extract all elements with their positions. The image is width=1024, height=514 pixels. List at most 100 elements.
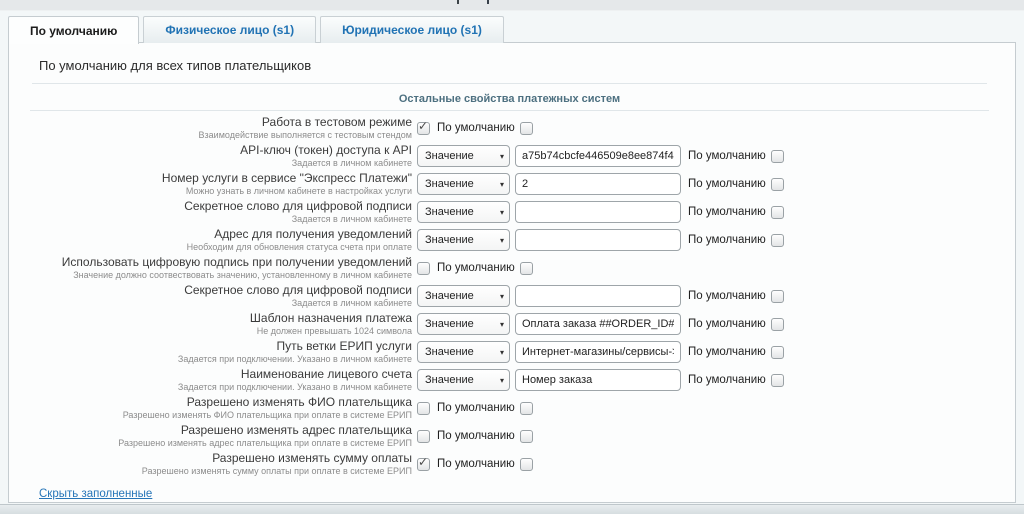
default-checkbox[interactable]: [771, 318, 784, 331]
chevron-down-icon: ▾: [500, 320, 504, 329]
select-value-label: Значение: [425, 178, 474, 190]
default-checkbox[interactable]: [520, 458, 533, 471]
default-label: По умолчанию: [437, 402, 515, 414]
field-label: Разрешено изменять ФИО плательщика: [30, 396, 412, 409]
value-input[interactable]: [515, 341, 681, 363]
form-row: Шаблон назначения платежа Не должен прев…: [30, 310, 989, 338]
default-checkbox[interactable]: [771, 234, 784, 247]
value-checkbox[interactable]: [417, 402, 430, 415]
value-type-select[interactable]: Значение▾: [417, 229, 510, 251]
select-value-label: Значение: [425, 150, 474, 162]
field-controls: Значение ▾ По умолчанию: [417, 313, 784, 335]
value-input[interactable]: [515, 229, 681, 251]
tab-legal-entity[interactable]: Юридическое лицо (s1): [320, 16, 504, 43]
default-checkbox[interactable]: [520, 402, 533, 415]
field-sublabel: Разрешено изменять адрес плательщика при…: [30, 438, 412, 448]
field-label: Секретное слово для цифровой подписи: [30, 284, 412, 297]
field-controls: Значение▾ По умолчанию: [417, 145, 784, 167]
value-type-select[interactable]: Значение ▾: [417, 173, 510, 195]
value-checkbox[interactable]: ✓: [417, 458, 430, 471]
default-checkbox[interactable]: [520, 430, 533, 443]
default-checkbox[interactable]: [771, 178, 784, 191]
hide-filled-link[interactable]: Скрыть заполненные: [39, 488, 152, 500]
field-sublabel: Задается в личном кабинете: [30, 158, 412, 168]
form-row: Разрешено изменять сумму оплаты Разрешен…: [30, 450, 989, 478]
chevron-down-icon: ▾: [500, 208, 504, 217]
top-strip: [0, 0, 1024, 11]
value-input[interactable]: [515, 285, 681, 307]
value-checkbox[interactable]: ✓: [417, 122, 430, 135]
chevron-down-icon: ▾: [500, 180, 504, 189]
form-row: Использовать цифровую подпись при получе…: [30, 254, 989, 282]
value-checkbox[interactable]: [417, 430, 430, 443]
value-type-select[interactable]: Значение ▾: [417, 341, 510, 363]
chevron-down-icon: ▾: [500, 376, 504, 385]
field-label: Шаблон назначения платежа: [30, 312, 412, 325]
default-label: По умолчанию: [688, 290, 766, 302]
value-type-select[interactable]: Значение▾: [417, 145, 510, 167]
field-label: Разрешено изменять сумму оплаты: [30, 452, 412, 465]
form-row: Адрес для получения уведомлений Необходи…: [30, 226, 989, 254]
value-type-select[interactable]: Значение ▾: [417, 201, 510, 223]
cropped-text-fragment: [457, 0, 459, 4]
form-row: API-ключ (токен) доступа к API Задается …: [30, 142, 989, 170]
page-title: По умолчанию для всех типов плательщиков: [30, 55, 989, 83]
field-sublabel: Разрешено изменять сумму оплаты при опла…: [30, 466, 412, 476]
default-label: По умолчанию: [688, 150, 766, 162]
section-title: Остальные свойства платежных систем: [30, 93, 989, 111]
default-checkbox[interactable]: [771, 150, 784, 163]
divider: [32, 83, 987, 84]
default-label: По умолчанию: [688, 346, 766, 358]
cropped-text-fragment: [487, 0, 489, 4]
field-sublabel: Задается в личном кабинете: [30, 214, 412, 224]
tab-default[interactable]: По умолчанию: [8, 16, 139, 44]
field-sublabel: Задается в личном кабинете: [30, 298, 412, 308]
default-checkbox[interactable]: [520, 122, 533, 135]
select-value-label: Значение: [425, 374, 474, 386]
value-input[interactable]: [515, 369, 681, 391]
field-sublabel: Задается при подключении. Указано в личн…: [30, 354, 412, 364]
chevron-down-icon: ▾: [500, 348, 504, 357]
checkmark-icon: ✓: [418, 120, 428, 133]
field-controls: ✓ По умолчанию: [417, 122, 533, 135]
select-value-label: Значение: [425, 206, 474, 218]
value-type-select[interactable]: Значение ▾: [417, 313, 510, 335]
field-label: API-ключ (токен) доступа к API: [30, 144, 412, 157]
default-checkbox[interactable]: [771, 290, 784, 303]
field-controls: По умолчанию: [417, 262, 533, 275]
select-value-label: Значение: [425, 346, 474, 358]
checkmark-icon: ✓: [418, 456, 428, 469]
tab-individual-person[interactable]: Физическое лицо (s1): [143, 16, 316, 43]
field-controls: Значение▾По умолчанию: [417, 201, 784, 223]
form-row: Работа в тестовом режиме Взаимодействие …: [30, 114, 989, 142]
form-row: Секретное слово для цифровой подписи Зад…: [30, 282, 989, 310]
field-controls: ✓По умолчанию: [417, 458, 533, 471]
select-value-label: Значение: [425, 290, 474, 302]
field-controls: По умолчанию: [417, 430, 533, 443]
field-controls: Значение▾По умолчанию: [417, 229, 784, 251]
form-rows: Работа в тестовом режиме Взаимодействие …: [30, 114, 989, 478]
tab-bar: По умолчанию Физическое лицо (s1) Юридич…: [8, 15, 508, 43]
field-label: Путь ветки ЕРИП услуги: [30, 340, 412, 353]
default-label: По умолчанию: [688, 374, 766, 386]
default-checkbox[interactable]: [771, 206, 784, 219]
value-input[interactable]: [515, 173, 681, 195]
form-row: Номер услуги в сервисе "Экспресс Платежи…: [30, 170, 989, 198]
default-checkbox[interactable]: [771, 374, 784, 387]
value-input[interactable]: [515, 313, 681, 335]
default-label: По умолчанию: [688, 178, 766, 190]
default-label: По умолчанию: [437, 122, 515, 134]
select-value-label: Значение: [425, 318, 474, 330]
value-input[interactable]: [515, 201, 681, 223]
value-input[interactable]: [515, 145, 681, 167]
field-controls: Значение ▾ По умолчанию: [417, 369, 784, 391]
value-type-select[interactable]: Значение ▾: [417, 369, 510, 391]
value-type-select[interactable]: Значение▾: [417, 285, 510, 307]
default-checkbox[interactable]: [520, 262, 533, 275]
default-checkbox[interactable]: [771, 346, 784, 359]
form-row: Разрешено изменять ФИО плательщика Разре…: [30, 394, 989, 422]
default-label: По умолчанию: [688, 318, 766, 330]
field-sublabel: Взаимодействие выполняется с тестовым ст…: [30, 130, 412, 140]
value-checkbox[interactable]: [417, 262, 430, 275]
field-label: Номер услуги в сервисе "Экспресс Платежи…: [30, 172, 412, 185]
